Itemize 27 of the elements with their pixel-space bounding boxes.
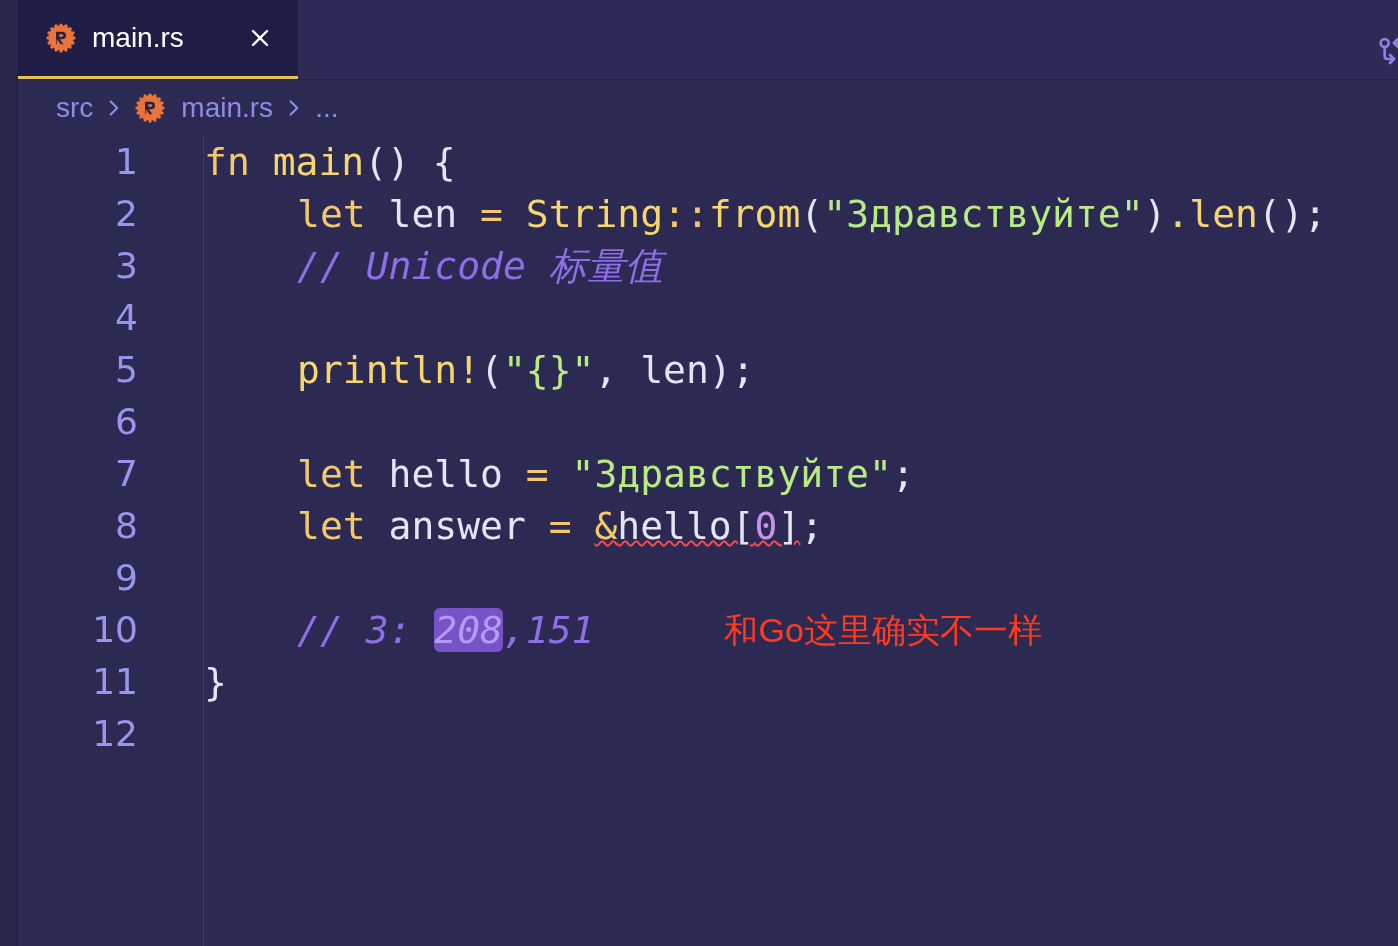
editor-tab[interactable]: main.rs xyxy=(18,0,298,79)
line-number: 6 xyxy=(115,400,138,444)
line-number: 11 xyxy=(92,660,138,704)
line-number: 12 xyxy=(92,712,138,756)
line-number: 3 xyxy=(115,244,138,288)
tab-label: main.rs xyxy=(92,21,184,55)
line-number: 2 xyxy=(115,192,138,236)
line-number: 7 xyxy=(115,452,138,496)
code-line: let len = String::from("Здравствуйте").len(); xyxy=(297,191,1327,238)
code-line: // 3: 208,151 xyxy=(297,607,595,654)
line-number: 10 xyxy=(92,608,138,652)
code-line: let answer = &hello[0]; xyxy=(297,503,824,550)
line-number: 1 xyxy=(115,140,138,184)
code-line: println!("{}", len); xyxy=(297,347,755,394)
breadcrumb-more[interactable]: ... xyxy=(315,87,339,129)
annotation-text: 和Go这里确实不一样 xyxy=(724,609,1042,651)
gear-icon xyxy=(46,23,76,53)
gear-icon xyxy=(135,93,166,123)
line-number: 4 xyxy=(115,296,138,340)
code-line: fn main() { xyxy=(204,139,456,186)
code-line: } xyxy=(204,659,227,706)
breadcrumb-file[interactable]: main.rs xyxy=(181,87,274,129)
line-number: 5 xyxy=(115,348,138,392)
line-number: 8 xyxy=(115,504,138,548)
code-line: let hello = "Здравствуйте"; xyxy=(297,451,915,498)
line-number: 9 xyxy=(115,556,138,600)
breadcrumb-folder[interactable]: src xyxy=(56,87,94,129)
